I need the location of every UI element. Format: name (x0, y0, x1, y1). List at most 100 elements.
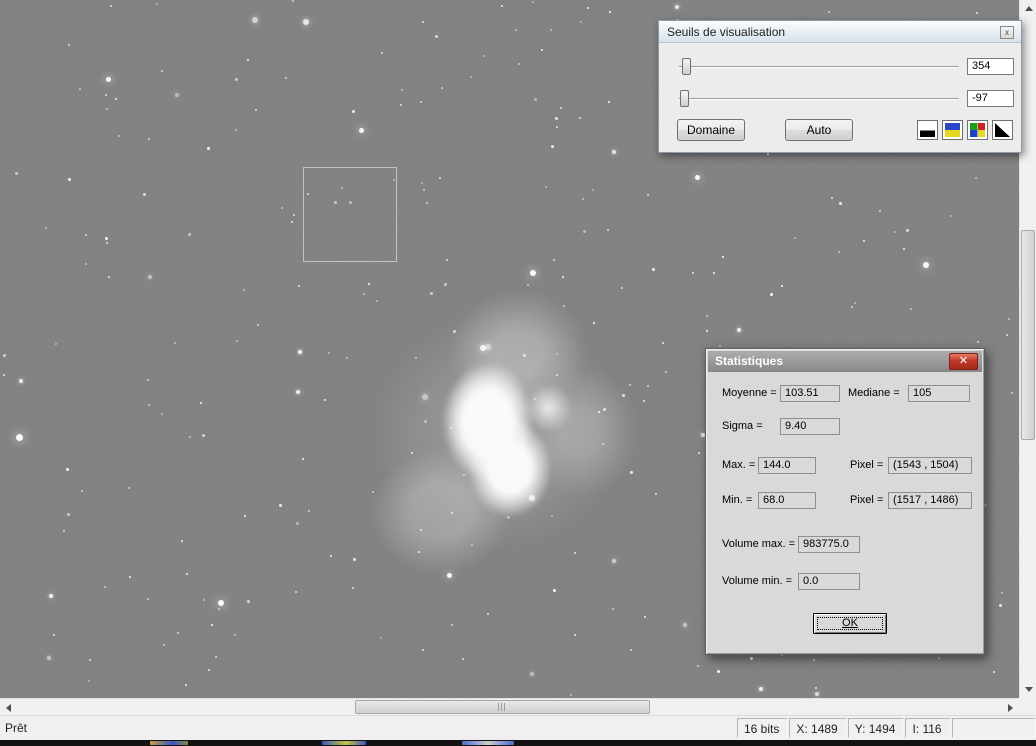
star (63, 530, 65, 532)
star (815, 687, 817, 689)
scroll-up-button[interactable] (1020, 0, 1036, 17)
star (470, 76, 472, 78)
scroll-left-icon (6, 703, 11, 712)
low-threshold-slider[interactable] (680, 90, 689, 107)
star (104, 586, 106, 588)
star (545, 186, 547, 188)
star (794, 237, 796, 239)
stats-row-volume-max: Volume max. = 983775.0 (706, 536, 986, 555)
star (147, 379, 149, 381)
sigma-label: Sigma = (722, 420, 763, 432)
high-threshold-slider[interactable] (682, 58, 691, 75)
star (441, 87, 443, 89)
horizontal-scrollbar[interactable] (0, 698, 1019, 715)
star (583, 230, 586, 233)
star (203, 599, 205, 601)
star (105, 94, 107, 96)
star (706, 330, 708, 332)
star (218, 608, 220, 610)
star (838, 251, 840, 253)
star (118, 135, 120, 137)
seuils-mini-button[interactable]: x (1000, 26, 1014, 39)
star (580, 21, 582, 23)
star (551, 145, 554, 148)
star (298, 285, 300, 287)
star (675, 5, 679, 9)
scroll-up-icon (1024, 6, 1033, 11)
scroll-right-button[interactable] (1002, 699, 1019, 716)
palette-bw-button[interactable] (917, 120, 938, 140)
star (115, 98, 117, 100)
high-threshold-value[interactable]: 354 (967, 58, 1014, 75)
star (156, 3, 158, 5)
star (592, 189, 594, 191)
star (737, 328, 741, 332)
taskbar-fragment (322, 741, 366, 745)
star (19, 379, 23, 383)
auto-button[interactable]: Auto (785, 119, 853, 141)
star (894, 231, 896, 233)
star (298, 350, 302, 354)
star (999, 604, 1002, 607)
volume-max-value: 983775.0 (798, 536, 860, 553)
bright-star (106, 77, 111, 82)
star (839, 202, 842, 205)
star (630, 649, 632, 651)
blue-yellow-palette-icon (945, 123, 960, 137)
palette-rainbow-button[interactable] (967, 120, 988, 140)
star (81, 490, 83, 492)
star (719, 345, 721, 347)
palette-gradient-button[interactable] (992, 120, 1013, 140)
low-threshold-value[interactable]: -97 (967, 90, 1014, 107)
star (698, 452, 700, 454)
stats-close-button[interactable]: ✕ (949, 353, 978, 370)
low-threshold-track[interactable] (679, 98, 959, 100)
scroll-down-button[interactable] (1020, 681, 1036, 698)
seuils-title-bar[interactable]: Seuils de visualisation (659, 21, 1021, 43)
star (574, 634, 576, 636)
star (976, 12, 978, 14)
star (501, 5, 503, 7)
star (302, 458, 304, 460)
taskbar-sliver (0, 740, 1036, 746)
star (815, 692, 819, 696)
star (879, 210, 881, 212)
star (697, 665, 699, 667)
star (422, 649, 424, 651)
palette-blue-yellow-button[interactable] (942, 120, 963, 140)
volume-min-value: 0.0 (798, 573, 860, 590)
star (938, 657, 940, 659)
star (400, 104, 402, 106)
bright-star (923, 262, 929, 268)
star (255, 109, 257, 111)
max-pixel-value: (1543 , 1504) (888, 457, 972, 474)
star (89, 659, 91, 661)
star (188, 233, 191, 236)
star (247, 59, 249, 61)
star (68, 178, 71, 181)
domaine-button[interactable]: Domaine (677, 119, 745, 141)
star (85, 263, 87, 265)
ok-button[interactable]: OK (813, 613, 887, 634)
max-label: Max. = (722, 459, 756, 471)
star (234, 634, 236, 636)
min-pixel-label: Pixel = (850, 494, 884, 506)
star (781, 285, 783, 287)
rainbow-palette-icon (970, 123, 985, 137)
star (977, 341, 979, 343)
star (851, 306, 853, 308)
star (161, 413, 163, 415)
star (281, 207, 283, 209)
selection-rectangle[interactable] (303, 167, 397, 262)
horizontal-scroll-thumb[interactable] (355, 700, 650, 714)
stats-title-bar[interactable]: Statistiques (708, 351, 982, 372)
min-label: Min. = (722, 494, 753, 506)
vertical-scroll-thumb[interactable] (1021, 230, 1035, 440)
taskbar-fragment (462, 741, 514, 745)
star (906, 229, 909, 232)
star (161, 70, 163, 72)
high-threshold-track[interactable] (679, 66, 959, 68)
scroll-left-button[interactable] (0, 699, 17, 716)
star (68, 44, 70, 46)
volume-min-label: Volume min. = (722, 575, 793, 587)
